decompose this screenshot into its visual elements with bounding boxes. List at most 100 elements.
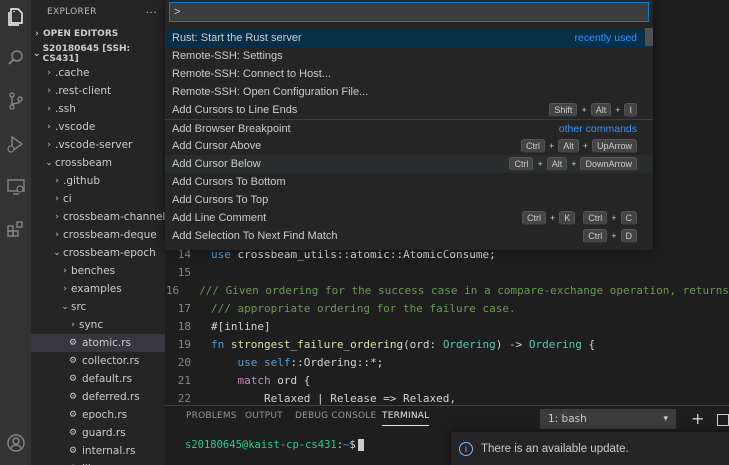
folder-item[interactable]: ⌄ src <box>31 298 165 316</box>
tab-output[interactable]: OUTPUT <box>245 411 283 421</box>
tab-terminal[interactable]: TERMINAL <box>382 411 430 426</box>
account-icon[interactable] <box>0 426 31 460</box>
command-meta: Shift + Alt + I <box>549 103 637 117</box>
command-meta: recently used <box>575 32 637 44</box>
folder-item[interactable]: › ci <box>31 190 165 208</box>
command-label: Add Cursor Below <box>172 158 261 170</box>
file-item[interactable]: ⚙ guard.rs <box>31 424 165 442</box>
line-number: 18 <box>177 319 191 333</box>
rust-file-icon: ⚙ <box>68 338 78 348</box>
rust-file-icon: ⚙ <box>68 356 78 366</box>
folder-item[interactable]: › .ssh <box>31 100 165 118</box>
explorer-icon[interactable] <box>0 0 31 34</box>
file-item[interactable]: ⚙lib.rs <box>31 460 165 465</box>
folder-item[interactable]: › crossbeam-deque <box>31 226 165 244</box>
folder-item[interactable]: › .github <box>31 172 165 190</box>
key-plus: + <box>537 159 543 169</box>
terminal-cursor <box>357 439 364 451</box>
palette-scrollbar[interactable] <box>645 28 653 46</box>
extensions-icon[interactable] <box>0 212 31 246</box>
command-item[interactable]: Add Line Comment Ctrl + K Ctrl + C <box>165 209 653 227</box>
chevron-right-icon: › <box>35 29 39 39</box>
tree-item-label: default.rs <box>82 373 133 385</box>
command-item[interactable]: Remote-SSH: Open Configuration File... <box>165 83 653 101</box>
folder-item[interactable]: › .vscode <box>31 118 165 136</box>
command-item[interactable]: Add Selection To Next Find Match Ctrl + D <box>165 227 653 245</box>
folder-item[interactable]: › examples <box>31 280 165 298</box>
file-item[interactable]: ⚙ internal.rs <box>31 442 165 460</box>
command-item[interactable]: Remote-SSH: Connect to Host... <box>165 65 653 83</box>
line-number: 15 <box>177 265 191 279</box>
source-control-icon[interactable] <box>0 84 31 118</box>
terminal-prompt[interactable]: s20180645@kaist-cp-cs431:~$ <box>185 439 364 451</box>
workspace-label: S20180645 [SSH: CS431] <box>42 44 131 64</box>
tree-item-label: .rest-client <box>55 85 112 97</box>
keybinding-key: I <box>624 103 637 117</box>
tree-item-label: collector.rs <box>82 355 140 367</box>
command-label: Add Cursors To Top <box>172 194 269 206</box>
chevron-right-icon: › <box>47 122 51 132</box>
rust-file-icon: ⚙ <box>68 446 78 456</box>
file-item[interactable]: ⚙ atomic.rs <box>31 334 165 352</box>
rust-file-icon: ⚙ <box>68 428 78 438</box>
folder-item[interactable]: ⌄ crossbeam <box>31 154 165 172</box>
command-label: Add Browser Breakpoint <box>172 123 291 135</box>
command-item[interactable]: Add Cursors to Line Ends Shift + Alt + I <box>165 101 653 119</box>
terminal-select[interactable]: 1: bash ▾ <box>540 409 676 429</box>
code-line: 16 /// Given ordering for the success cas… <box>165 281 729 299</box>
file-item[interactable]: ⚙ deferred.rs <box>31 388 165 406</box>
command-item[interactable]: Remote-SSH: Settings <box>165 47 653 65</box>
folder-item[interactable]: › sync <box>31 316 165 334</box>
folder-item[interactable]: › .vscode-server <box>31 136 165 154</box>
line-number: 21 <box>177 373 191 387</box>
chevron-down-icon: ▾ <box>663 414 668 424</box>
chevron-down-icon: ⌄ <box>45 158 53 168</box>
command-item[interactable]: Add Cursors To Bottom <box>165 173 653 191</box>
split-terminal-icon[interactable] <box>717 414 729 426</box>
key-plus: + <box>611 213 617 223</box>
tab-problems[interactable]: PROBLEMS <box>186 411 237 421</box>
code-token: ) -> <box>495 337 529 351</box>
tree-item-label: guard.rs <box>82 427 126 439</box>
command-item[interactable]: Rust: Start the Rust server recently used <box>165 29 653 47</box>
command-palette-input[interactable] <box>169 2 649 22</box>
more-actions-button[interactable]: ··· <box>146 6 157 19</box>
code-token: #[inline] <box>211 319 271 333</box>
chevron-right-icon: › <box>47 104 51 114</box>
command-item[interactable]: Add Cursors To Top <box>165 191 653 209</box>
code-token: use <box>211 355 264 369</box>
code-line: 19 fn strongest_failure_ordering (ord: Ord… <box>165 335 729 353</box>
new-terminal-button[interactable]: + <box>691 409 704 428</box>
command-item[interactable]: Add Browser Breakpoint other commands <box>165 120 653 138</box>
command-item[interactable]: Add Cursor Below Ctrl + Alt + DownArrow <box>165 155 653 173</box>
folder-item[interactable]: › .rest-client <box>31 82 165 100</box>
code-token: ::Ordering::*; <box>290 355 384 369</box>
command-meta: Ctrl + Alt + UpArrow <box>520 139 637 153</box>
keybinding-key: UpArrow <box>591 139 637 153</box>
remote-explorer-icon[interactable] <box>0 170 31 204</box>
keybinding-key: C <box>620 211 637 225</box>
chevron-right-icon: › <box>47 68 51 78</box>
file-item[interactable]: ⚙ epoch.rs <box>31 406 165 424</box>
run-debug-icon[interactable] <box>0 127 31 161</box>
search-icon[interactable] <box>0 41 31 75</box>
file-item[interactable]: ⚙ collector.rs <box>31 352 165 370</box>
open-editors-section[interactable]: › OPEN EDITORS <box>31 24 165 44</box>
tab-debug-console[interactable]: DEBUG CONSOLE <box>295 411 376 421</box>
file-item[interactable]: ⚙ default.rs <box>31 370 165 388</box>
folder-item[interactable]: ⌄ crossbeam-epoch <box>31 244 165 262</box>
tree-item-label: crossbeam <box>55 157 113 169</box>
update-notification[interactable]: i There is an available update. <box>451 432 729 465</box>
key-plus: + <box>549 213 556 223</box>
chevron-down-icon: ⌄ <box>53 248 61 258</box>
folder-item[interactable]: › crossbeam-channel <box>31 208 165 226</box>
folder-item[interactable]: › benches <box>31 262 165 280</box>
keybinding-key: D <box>620 229 637 243</box>
workspace-section[interactable]: ⌄ S20180645 [SSH: CS431] <box>31 44 165 64</box>
folder-item[interactable]: › .cache <box>31 64 165 82</box>
command-label: Remote-SSH: Open Configuration File... <box>172 86 369 98</box>
key-plus: + <box>581 105 587 115</box>
code-line: 15 <box>165 263 729 281</box>
command-palette: Rust: Start the Rust server recently used… <box>165 0 653 250</box>
command-item[interactable]: Add Cursor Above Ctrl + Alt + UpArrow <box>165 137 653 155</box>
